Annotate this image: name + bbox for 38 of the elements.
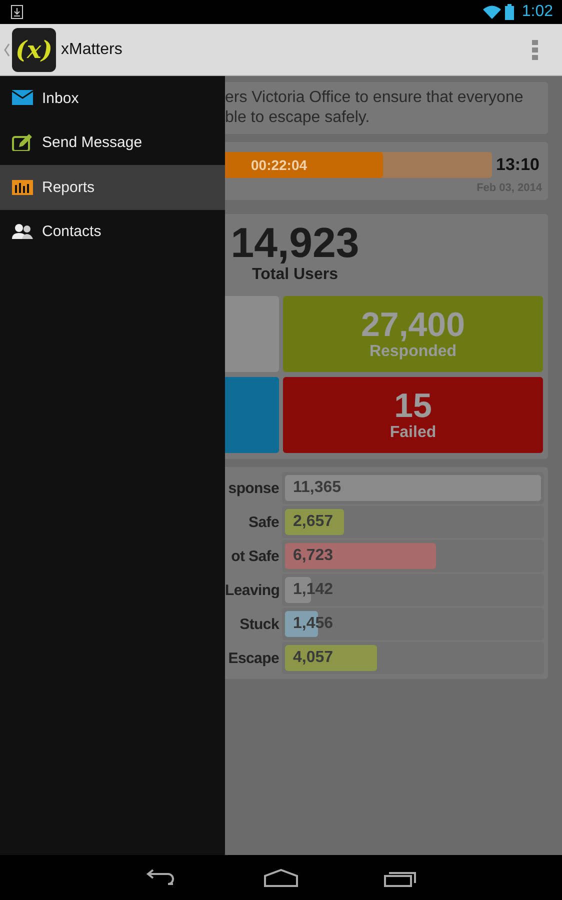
home-icon[interactable] bbox=[264, 868, 298, 886]
stat-value: 15 bbox=[394, 388, 432, 424]
envelope-icon bbox=[12, 90, 33, 107]
clock-time: 1:02 bbox=[522, 3, 553, 21]
message-text: ble to escape safely. bbox=[225, 108, 371, 128]
stat-value: 27,400 bbox=[361, 307, 465, 343]
bar-label: sponse bbox=[227, 480, 279, 496]
bar-chart-icon bbox=[12, 178, 33, 196]
elapsed-time: 00:22:04 bbox=[251, 157, 308, 173]
drawer-item[interactable]: Inbox bbox=[0, 76, 225, 120]
overflow-menu-icon[interactable] bbox=[532, 40, 538, 60]
bar-label: ot Safe bbox=[230, 548, 279, 564]
download-icon bbox=[11, 5, 23, 19]
wifi-icon bbox=[482, 5, 501, 19]
drawer-item[interactable]: Send Message bbox=[0, 120, 225, 165]
message-text: ers Victoria Office to ensure that everyone bbox=[225, 88, 524, 108]
total-count: 14,923 bbox=[230, 220, 360, 266]
bar-label: Safe bbox=[248, 514, 279, 530]
app-logo[interactable]: (x) bbox=[12, 28, 56, 72]
stat-label: Failed bbox=[390, 424, 436, 442]
bar-value: 2,657 bbox=[293, 513, 334, 531]
end-time: 13:10 bbox=[496, 155, 540, 175]
bar-label: Stuck bbox=[238, 616, 279, 632]
bar-value: 1,142 bbox=[293, 581, 334, 599]
stat-label: Responded bbox=[369, 343, 457, 361]
bar-value: 4,057 bbox=[293, 649, 334, 667]
bar-label: Escape bbox=[227, 650, 279, 666]
drawer-item[interactable]: Reports bbox=[0, 165, 225, 210]
bar-label: Leaving bbox=[225, 582, 279, 598]
app-title: xMatters bbox=[61, 40, 122, 58]
drawer-item[interactable]: Contacts bbox=[0, 210, 225, 254]
bar-value: 6,723 bbox=[293, 547, 334, 565]
edit-icon bbox=[12, 134, 33, 152]
bar-value: 1,456 bbox=[293, 615, 334, 633]
total-label: Total Users bbox=[252, 266, 338, 284]
bar-value: 11,365 bbox=[293, 479, 342, 497]
battery-icon bbox=[504, 4, 514, 20]
people-icon bbox=[12, 223, 33, 240]
